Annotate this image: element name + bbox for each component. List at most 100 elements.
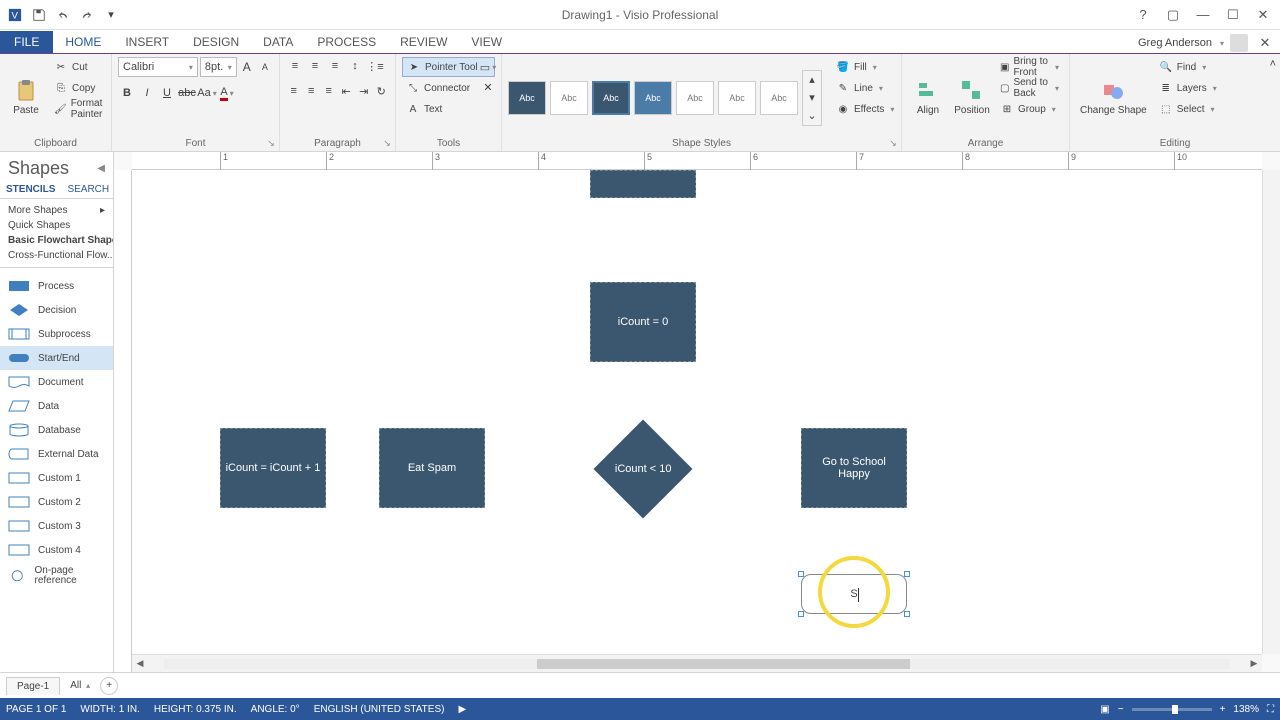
- vertical-scrollbar[interactable]: [1262, 170, 1280, 654]
- shape-terminator-editing[interactable]: S: [801, 574, 907, 614]
- position-button[interactable]: Position: [952, 57, 992, 138]
- scroll-right-icon[interactable]: ▶: [1246, 656, 1262, 672]
- gallery-down-button[interactable]: ▾: [803, 89, 821, 107]
- tab-home[interactable]: HOME: [53, 31, 113, 53]
- shape-process-top[interactable]: [590, 170, 696, 198]
- shape-subprocess[interactable]: Subprocess: [0, 322, 113, 346]
- quick-shapes-item[interactable]: Quick Shapes: [0, 218, 113, 233]
- stencil-basic-flowchart[interactable]: Basic Flowchart Shapes: [0, 233, 113, 248]
- redo-icon[interactable]: [76, 4, 98, 26]
- horizontal-scrollbar[interactable]: ◀ ▶: [132, 654, 1262, 672]
- format-painter-button[interactable]: 🖌Format Painter: [50, 99, 108, 119]
- qat-customize-icon[interactable]: ▾: [100, 4, 122, 26]
- close-icon[interactable]: ✕: [1250, 5, 1276, 25]
- style-thumb-4[interactable]: Abc: [634, 81, 672, 115]
- delete-connector-button[interactable]: ✕: [479, 78, 497, 96]
- collapse-panel-icon[interactable]: ◀: [97, 163, 105, 174]
- add-page-button[interactable]: +: [100, 677, 118, 695]
- minimize-icon[interactable]: —: [1190, 5, 1216, 25]
- scroll-left-icon[interactable]: ◀: [132, 656, 148, 672]
- orientation-button[interactable]: ↕: [346, 57, 364, 75]
- selection-handle[interactable]: [798, 571, 804, 577]
- align-right-button[interactable]: ≡: [321, 82, 337, 100]
- selection-handle[interactable]: [904, 611, 910, 617]
- strike-button[interactable]: abc: [178, 84, 196, 102]
- align-top-button[interactable]: ≡: [286, 57, 304, 75]
- gallery-up-button[interactable]: ▴: [803, 71, 821, 89]
- maximize-icon[interactable]: ☐: [1220, 5, 1246, 25]
- undo-icon[interactable]: [52, 4, 74, 26]
- shrink-font-button[interactable]: A: [257, 58, 273, 76]
- macro-record-icon[interactable]: ▶: [458, 704, 466, 715]
- zoom-in-button[interactable]: +: [1220, 704, 1226, 715]
- rotate-text-button[interactable]: ↻: [374, 82, 390, 100]
- shape-process[interactable]: Process: [0, 274, 113, 298]
- selection-handle[interactable]: [798, 611, 804, 617]
- find-button[interactable]: 🔍Find▾: [1155, 57, 1221, 77]
- bring-to-front-button[interactable]: ▣Bring to Front▾: [996, 57, 1063, 77]
- style-thumb-3[interactable]: Abc: [592, 81, 630, 115]
- font-color-button[interactable]: A▾: [218, 84, 236, 102]
- shape-decision-icount[interactable]: iCount < 10: [594, 420, 693, 519]
- status-language[interactable]: ENGLISH (UNITED STATES): [314, 704, 445, 715]
- style-thumb-7[interactable]: Abc: [760, 81, 798, 115]
- tab-data[interactable]: DATA: [251, 31, 305, 53]
- style-thumb-5[interactable]: Abc: [676, 81, 714, 115]
- paste-button[interactable]: Paste: [6, 57, 46, 138]
- style-gallery[interactable]: Abc Abc Abc Abc Abc Abc Abc ▴ ▾ ⌄: [508, 57, 822, 138]
- tab-design[interactable]: DESIGN: [181, 31, 251, 53]
- gallery-more-button[interactable]: ⌄: [803, 107, 821, 125]
- zoom-slider[interactable]: [1132, 708, 1212, 711]
- more-shapes-item[interactable]: More Shapes▸: [0, 203, 113, 218]
- case-button[interactable]: Aa▾: [198, 84, 216, 102]
- stencil-cross-functional[interactable]: Cross-Functional Flow...: [0, 248, 113, 263]
- ribbon-display-icon[interactable]: ▢: [1160, 5, 1186, 25]
- page-tab-1[interactable]: Page-1: [6, 677, 60, 695]
- tab-process[interactable]: PROCESS: [305, 31, 388, 53]
- zoom-level[interactable]: 138%: [1233, 704, 1259, 715]
- shape-school[interactable]: Go to School Happy: [801, 428, 907, 508]
- style-thumb-6[interactable]: Abc: [718, 81, 756, 115]
- shape-onpage-ref[interactable]: On-page reference: [0, 562, 113, 590]
- rectangle-tool-button[interactable]: ▭▾: [479, 58, 497, 76]
- style-thumb-1[interactable]: Abc: [508, 81, 546, 115]
- bullets-button[interactable]: ⋮≡: [366, 57, 384, 75]
- underline-button[interactable]: U: [158, 84, 176, 102]
- grow-font-button[interactable]: A: [239, 58, 255, 76]
- shape-database[interactable]: Database: [0, 418, 113, 442]
- line-button[interactable]: ✎Line▾: [832, 78, 898, 98]
- effects-button[interactable]: ◉Effects▾: [832, 99, 898, 119]
- shape-eat-spam[interactable]: Eat Spam: [379, 428, 485, 508]
- zoom-out-button[interactable]: −: [1118, 704, 1124, 715]
- shape-custom2[interactable]: Custom 2: [0, 490, 113, 514]
- text-tool-button[interactable]: AText: [402, 99, 495, 119]
- zoom-thumb[interactable]: [1172, 705, 1178, 714]
- shape-custom3[interactable]: Custom 3: [0, 514, 113, 538]
- font-size-combo[interactable]: 8pt.▾: [200, 57, 237, 77]
- italic-button[interactable]: I: [138, 84, 156, 102]
- search-tab[interactable]: SEARCH: [61, 181, 115, 198]
- shape-external-data[interactable]: External Data: [0, 442, 113, 466]
- shape-custom1[interactable]: Custom 1: [0, 466, 113, 490]
- align-center-button[interactable]: ≡: [304, 82, 320, 100]
- paragraph-dialog-launcher[interactable]: ↘: [381, 137, 393, 149]
- selection-handle[interactable]: [904, 571, 910, 577]
- send-to-back-button[interactable]: ▢Send to Back▾: [996, 78, 1063, 98]
- align-button[interactable]: Align: [908, 57, 948, 138]
- fill-button[interactable]: 🪣Fill▾: [832, 57, 898, 77]
- layers-button[interactable]: ≣Layers▾: [1155, 78, 1221, 98]
- shape-document[interactable]: Document: [0, 370, 113, 394]
- close-document-icon[interactable]: ✕: [1254, 33, 1276, 53]
- shape-data[interactable]: Data: [0, 394, 113, 418]
- group-button[interactable]: ⊞Group▾: [996, 99, 1063, 119]
- shape-decision[interactable]: Decision: [0, 298, 113, 322]
- presentation-mode-icon[interactable]: ▣: [1100, 704, 1109, 715]
- cut-button[interactable]: ✂Cut: [50, 57, 108, 77]
- scroll-thumb[interactable]: [537, 659, 910, 669]
- help-icon[interactable]: ?: [1130, 5, 1156, 25]
- collapse-ribbon-icon[interactable]: ˄: [1270, 58, 1276, 70]
- copy-button[interactable]: ⎘Copy: [50, 78, 108, 98]
- shape-icount-inc[interactable]: iCount = iCount + 1: [220, 428, 326, 508]
- decrease-indent-button[interactable]: ⇤: [339, 82, 355, 100]
- fit-page-icon[interactable]: ⛶: [1267, 704, 1274, 715]
